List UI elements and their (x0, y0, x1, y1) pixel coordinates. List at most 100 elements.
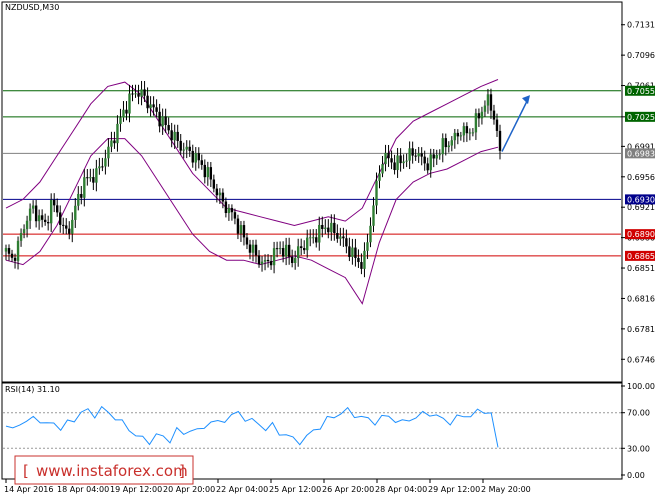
candle-body (327, 227, 330, 233)
x-tick-label: 20 Apr 20:00 (163, 485, 215, 494)
candle-body (80, 193, 83, 198)
candle-body (224, 201, 228, 214)
y-tick-label: 0.6956 (627, 173, 655, 182)
watermark-text: www.instaforex.com (36, 462, 188, 480)
candle-body (59, 212, 62, 225)
candle-body (384, 152, 387, 165)
candle-body (218, 192, 222, 196)
candle-body (74, 205, 77, 220)
candle-body (248, 244, 252, 253)
candle-body (390, 158, 393, 163)
candle-body (360, 262, 363, 269)
candle-body (13, 257, 17, 261)
candle-body (299, 246, 303, 249)
rsi-label: RSI(14) 31.10 (5, 385, 60, 394)
candle-body (173, 131, 176, 141)
rsi-tick-label: 0.00 (627, 471, 645, 480)
candle-body (330, 222, 333, 233)
candle-body (89, 177, 92, 179)
candle-body (306, 237, 309, 251)
candle-body (251, 244, 255, 253)
candle-body (321, 224, 324, 229)
candle-body (40, 215, 44, 220)
candle-body (137, 93, 140, 97)
candle-body (387, 152, 390, 159)
candle-body (7, 248, 11, 254)
level-label: 0.6930 (627, 195, 655, 204)
candle-body (155, 107, 158, 112)
candle-body (203, 164, 207, 178)
candle-body (221, 192, 225, 202)
candle-body (71, 219, 74, 234)
candle-body (233, 212, 237, 219)
candle-body (393, 162, 396, 171)
candle-body (152, 104, 155, 108)
candle-body (227, 207, 231, 214)
candle-body (381, 164, 384, 174)
candle-body (16, 240, 20, 261)
candle-body (351, 247, 354, 257)
x-tick-label: 25 Apr 12:00 (269, 485, 321, 494)
candle-body (34, 205, 38, 222)
candle-body (28, 208, 32, 221)
candle-body (22, 229, 26, 234)
candle-body (95, 168, 98, 183)
candle-body (293, 258, 297, 264)
candle-body (197, 153, 200, 161)
candle-body (185, 146, 188, 150)
x-tick-label: 18 Apr 04:00 (57, 485, 109, 494)
candle-body (402, 161, 405, 164)
candle-body (423, 156, 426, 164)
candle-body (278, 248, 282, 250)
candle-body (363, 250, 366, 269)
candle-body (257, 255, 261, 265)
candle-body (143, 89, 146, 96)
candle-body (149, 104, 152, 109)
candle-body (68, 228, 71, 234)
candle-body (263, 259, 267, 262)
candle-body (170, 130, 173, 141)
level-label: 0.7025 (627, 113, 655, 122)
candle-body (480, 111, 484, 119)
candle-body (188, 146, 191, 151)
y-axis: 0.71310.70960.70610.70250.69910.69560.69… (621, 21, 655, 364)
candle-body (98, 166, 101, 169)
candle-body (366, 242, 369, 251)
candle-body (206, 167, 210, 178)
candle-body (435, 154, 438, 159)
candle-body (290, 256, 294, 264)
rsi-tick-label: 100.00 (627, 382, 655, 391)
symbol-label: NZDUSD,M30 (5, 3, 59, 12)
candle-body (444, 138, 447, 148)
candle-body (447, 145, 450, 148)
candle-body (399, 155, 402, 164)
candle-body (191, 150, 194, 163)
candle-body (474, 113, 478, 133)
candle-body (19, 233, 23, 241)
candle-body (333, 222, 336, 234)
candle-body (432, 154, 435, 159)
x-tick-label: 26 Apr 20:00 (322, 485, 374, 494)
candle-body (92, 177, 95, 183)
candle-body (438, 154, 441, 156)
candle-body (303, 248, 306, 251)
candle-body (146, 95, 149, 109)
candle-body (492, 110, 496, 120)
rsi-tick-label: 30.00 (627, 444, 650, 453)
candle-body (49, 199, 53, 224)
candle-body (483, 105, 487, 112)
candle-body (176, 131, 179, 141)
level-label: 0.7055 (627, 87, 655, 96)
candle-body (318, 224, 321, 243)
candle-body (378, 173, 381, 181)
candle-body (104, 158, 107, 167)
y-tick-label: 0.6816 (627, 294, 655, 303)
candle-body (339, 236, 342, 239)
candle-body (486, 94, 490, 106)
x-tick-label: 28 Apr 04:00 (375, 485, 427, 494)
candle-body (113, 140, 116, 144)
level-label: 0.6983 (627, 149, 655, 158)
candle-body (182, 149, 185, 151)
candle-body (236, 218, 240, 234)
candle-body (212, 179, 216, 189)
